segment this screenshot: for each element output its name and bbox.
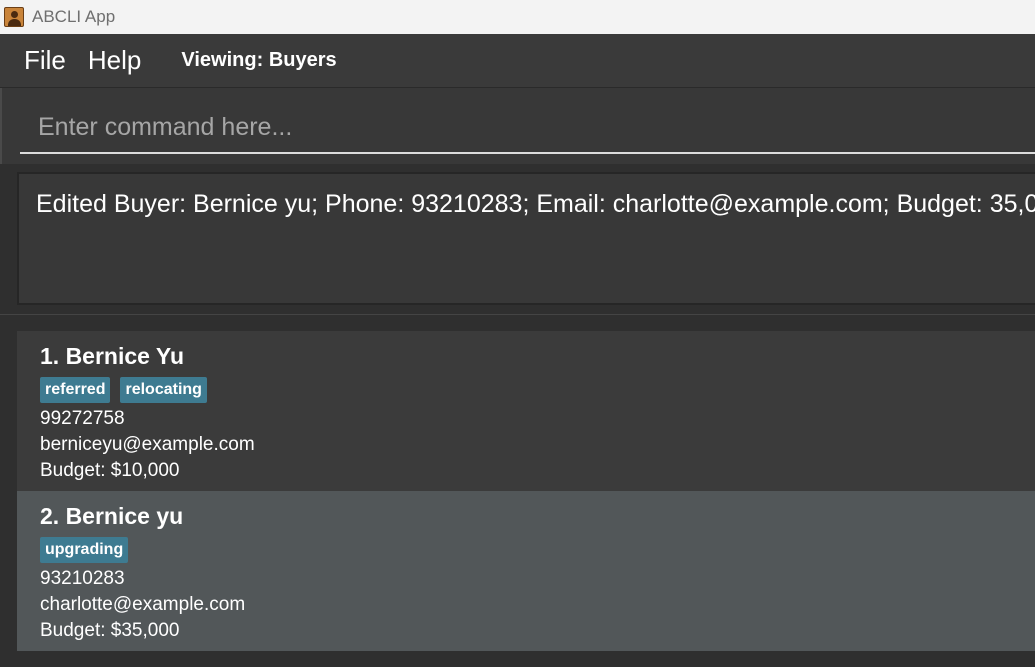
buyer-budget: Budget: $10,000 (40, 460, 180, 481)
menu-file[interactable]: File (24, 45, 66, 76)
buyer-budget: Budget: $35,000 (40, 620, 180, 641)
buyer-name: 1. Bernice Yu (40, 343, 185, 369)
window-title: ABCLI App (32, 7, 116, 26)
tag: upgrading (40, 537, 129, 563)
tag-list: upgrading (40, 536, 1035, 564)
buyer-phone: 99272758 (40, 408, 125, 429)
title-bar: ABCLI App (0, 0, 1035, 34)
buyer-list[interactable]: 1. Bernice Yu referred relocating 992727… (0, 314, 1035, 667)
buyer-email: charlotte@example.com (40, 594, 246, 615)
tag: referred (40, 377, 111, 403)
buyer-card[interactable]: 1. Bernice Yu referred relocating 992727… (17, 331, 1035, 491)
buyer-name: 2. Bernice yu (40, 503, 184, 529)
buyer-card[interactable]: 2. Bernice yu upgrading 93210283 charlot… (17, 491, 1035, 651)
tag: relocating (120, 377, 207, 403)
command-input[interactable] (20, 102, 1035, 154)
app-icon (4, 7, 24, 27)
viewing-label: Viewing: Buyers (181, 49, 337, 71)
result-display[interactable]: Edited Buyer: Bernice yu; Phone: 9321028… (17, 172, 1035, 305)
buyer-phone: 93210283 (40, 568, 125, 589)
menu-help[interactable]: Help (88, 45, 141, 76)
buyer-email: berniceyu@example.com (40, 434, 255, 455)
tag-list: referred relocating (40, 376, 1035, 404)
menu-bar: File Help Viewing: Buyers (0, 34, 1035, 88)
command-box (0, 88, 1035, 164)
result-panel: Edited Buyer: Bernice yu; Phone: 9321028… (0, 164, 1035, 314)
